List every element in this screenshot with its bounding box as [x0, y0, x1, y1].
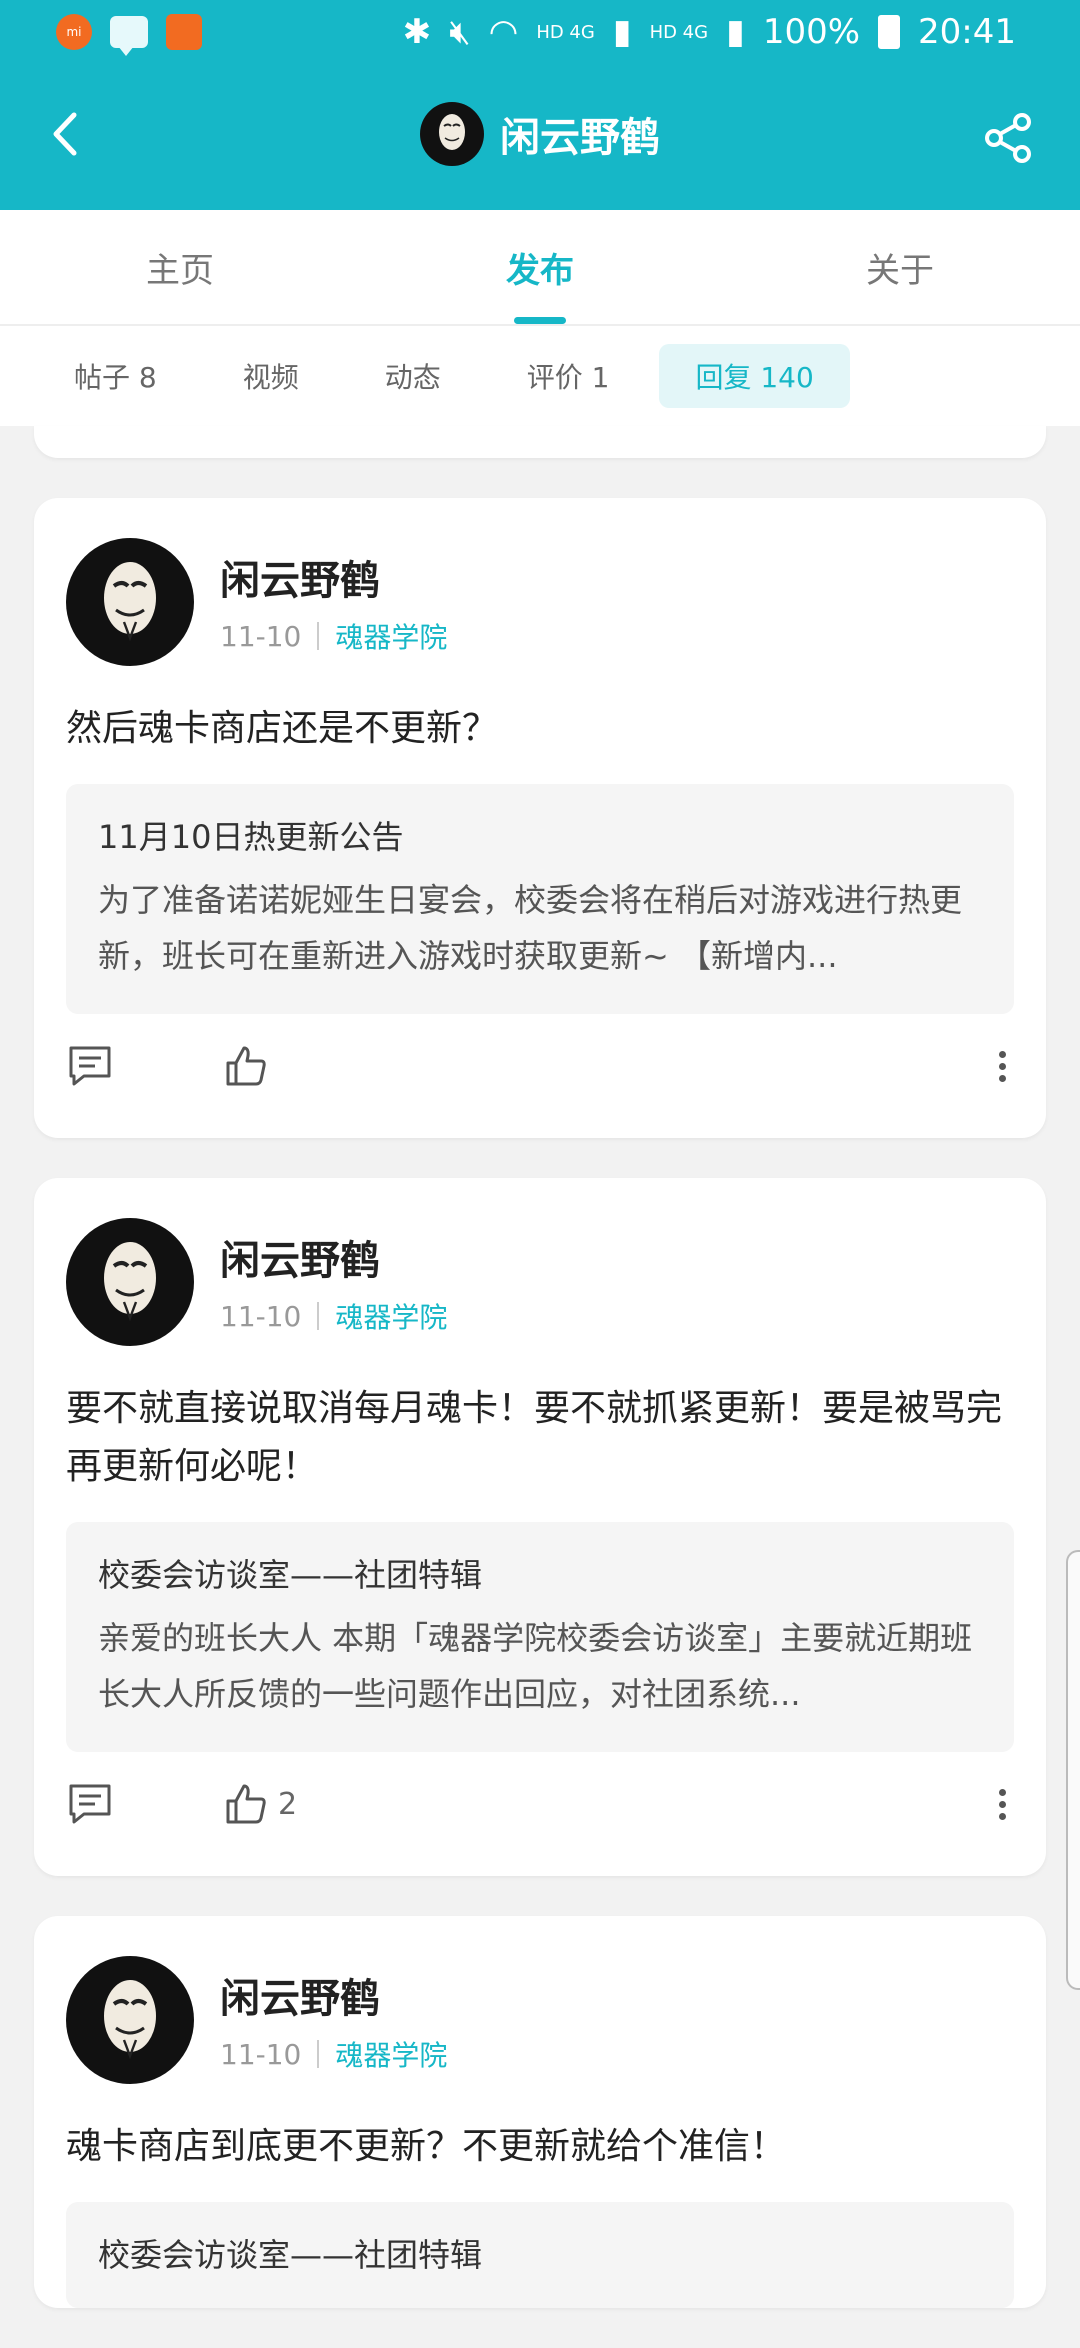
post-date: 11-10 [220, 619, 302, 653]
subtab-activity[interactable]: 动态 [349, 344, 477, 408]
quoted-post[interactable]: 11月10日热更新公告 为了准备诺诺妮娅生日宴会，校委会将在稍后对游戏进行热更新… [66, 784, 1014, 1014]
comment-button[interactable] [66, 1781, 224, 1827]
thumbs-up-icon [226, 1784, 266, 1824]
mask-face-icon [104, 1242, 156, 1322]
thumbs-up-icon [226, 1046, 266, 1086]
signal-icon-1: ▮ [612, 12, 632, 52]
post-date: 11-10 [220, 2037, 302, 2071]
meta-divider [317, 1302, 320, 1330]
mask-face-icon [104, 1980, 156, 2060]
share-button[interactable] [980, 110, 1036, 166]
quoted-excerpt: 为了准备诺诺妮娅生日宴会，校委会将在稍后对游戏进行热更新，班长可在重新进入游戏时… [98, 881, 963, 975]
reply-card[interactable]: 闲云野鹤 11-10 魂器学院 魂卡商店到底更不更新？不更新就给个准信！ 校委会… [34, 1916, 1046, 2308]
profile-title: 闲云野鹤 [0, 102, 1080, 166]
tab-posts[interactable]: 发布 [360, 210, 720, 324]
app-notification-icon [166, 14, 202, 50]
bluetooth-icon: ✱ [402, 12, 432, 52]
post-meta: 11-10 魂器学院 [220, 1296, 447, 1336]
message-notification-icon [110, 16, 148, 56]
status-left: mi [56, 14, 202, 56]
main-tabs: 主页 发布 关于 [0, 210, 1080, 326]
card-header: 闲云野鹤 11-10 魂器学院 [66, 538, 1014, 666]
card-header: 闲云野鹤 11-10 魂器学院 [66, 1218, 1014, 1346]
author-name[interactable]: 闲云野鹤 [220, 1966, 447, 2024]
page-title: 闲云野鹤 [500, 115, 660, 161]
battery-percent: 100% [762, 12, 861, 52]
clock: 20:41 [918, 12, 1016, 52]
signal-icon-2: ▮ [726, 12, 745, 52]
subtab-threads[interactable]: 帖子 8 [40, 344, 193, 408]
previous-card-edge [34, 426, 1046, 458]
share-icon [985, 113, 1031, 163]
more-dots-icon [998, 1050, 1006, 1058]
comment-icon [69, 1784, 111, 1824]
like-button[interactable]: 2 [224, 1782, 297, 1826]
reply-content: 然后魂卡商店还是不更新？ [66, 708, 499, 749]
tab-home[interactable]: 主页 [0, 210, 360, 324]
quoted-post[interactable]: 校委会访谈室——社团特辑 亲爱的班长大人 本期「魂器学院校委会访谈室」主要就近期… [66, 1522, 1014, 1752]
quoted-title: 校委会访谈室——社团特辑 [98, 1556, 483, 1594]
post-meta: 11-10 魂器学院 [220, 616, 447, 656]
forum-link[interactable]: 魂器学院 [335, 1296, 447, 1336]
app-bar: 闲云野鹤 [0, 64, 1080, 210]
more-options-button[interactable] [990, 1050, 1014, 1082]
avatar[interactable] [66, 538, 194, 666]
meta-divider [317, 622, 320, 650]
like-count: 2 [278, 1786, 298, 1822]
quoted-excerpt: 亲爱的班长大人 本期「魂器学院校委会访谈室」主要就近期班长大人所反馈的一些问题作… [98, 1619, 973, 1713]
subtab-videos[interactable]: 视频 [207, 344, 335, 408]
like-button[interactable] [224, 1044, 278, 1088]
avatar[interactable] [66, 1218, 194, 1346]
author-name[interactable]: 闲云野鹤 [220, 548, 447, 606]
reply-card[interactable]: 闲云野鹤 11-10 魂器学院 要不就直接说取消每月魂卡！要不就抓紧更新！要是被… [34, 1178, 1046, 1876]
mute-icon: 🔇︎ [449, 12, 471, 52]
network-label-1: HD 4G [536, 21, 595, 43]
author-info: 闲云野鹤 11-10 魂器学院 [220, 1228, 447, 1336]
wifi-icon: ◠ [488, 12, 519, 52]
action-bar [66, 1014, 1014, 1118]
post-meta: 11-10 魂器学院 [220, 2034, 447, 2074]
avatar[interactable] [66, 1956, 194, 2084]
post-date: 11-10 [220, 1299, 302, 1333]
network-label-2: HD 4G [649, 21, 709, 43]
avatar[interactable] [420, 102, 484, 166]
author-info: 闲云野鹤 11-10 魂器学院 [220, 548, 447, 656]
author-name[interactable]: 闲云野鹤 [220, 1228, 447, 1286]
more-dots-icon [998, 1788, 1006, 1796]
reply-content: 要不就直接说取消每月魂卡！要不就抓紧更新！要是被骂完再更新何必呢！ [66, 1388, 1003, 1487]
more-options-button[interactable] [990, 1788, 1014, 1820]
mask-face-icon [104, 562, 156, 642]
comment-button[interactable] [66, 1043, 224, 1089]
action-bar: 2 [66, 1752, 1014, 1856]
author-info: 闲云野鹤 11-10 魂器学院 [220, 1966, 447, 2074]
mask-face-icon [439, 114, 465, 150]
mi-notification-icon: mi [56, 14, 92, 50]
subtab-reviews[interactable]: 评价 1 [491, 344, 646, 408]
status-bar: mi ✱ 🔇︎ ◠ HD 4G ▮ HD 4G ▮ 100% 20:41 [0, 0, 1080, 64]
edge-panel-handle[interactable] [1066, 1550, 1080, 1990]
status-right: ✱ 🔇︎ ◠ HD 4G ▮ HD 4G ▮ 100% 20:41 [403, 12, 1016, 52]
battery-icon [878, 15, 901, 49]
forum-link[interactable]: 魂器学院 [335, 2034, 447, 2074]
quoted-title: 校委会访谈室——社团特辑 [98, 2236, 483, 2274]
quoted-title: 11月10日热更新公告 [98, 818, 404, 856]
subtab-replies[interactable]: 回复 140 [659, 344, 850, 408]
sub-tabs: 帖子 8 视频 动态 评价 1 回复 140 [0, 326, 1080, 426]
meta-divider [317, 2040, 320, 2068]
reply-card[interactable]: 闲云野鹤 11-10 魂器学院 然后魂卡商店还是不更新？ 11月10日热更新公告… [34, 498, 1046, 1138]
card-header: 闲云野鹤 11-10 魂器学院 [66, 1956, 1014, 2084]
comment-icon [69, 1046, 111, 1086]
forum-link[interactable]: 魂器学院 [335, 616, 447, 656]
tab-about[interactable]: 关于 [720, 210, 1080, 324]
reply-feed: 闲云野鹤 11-10 魂器学院 然后魂卡商店还是不更新？ 11月10日热更新公告… [34, 426, 1046, 2348]
reply-content: 魂卡商店到底更不更新？不更新就给个准信！ [66, 2126, 787, 2167]
quoted-post[interactable]: 校委会访谈室——社团特辑 [66, 2202, 1014, 2308]
